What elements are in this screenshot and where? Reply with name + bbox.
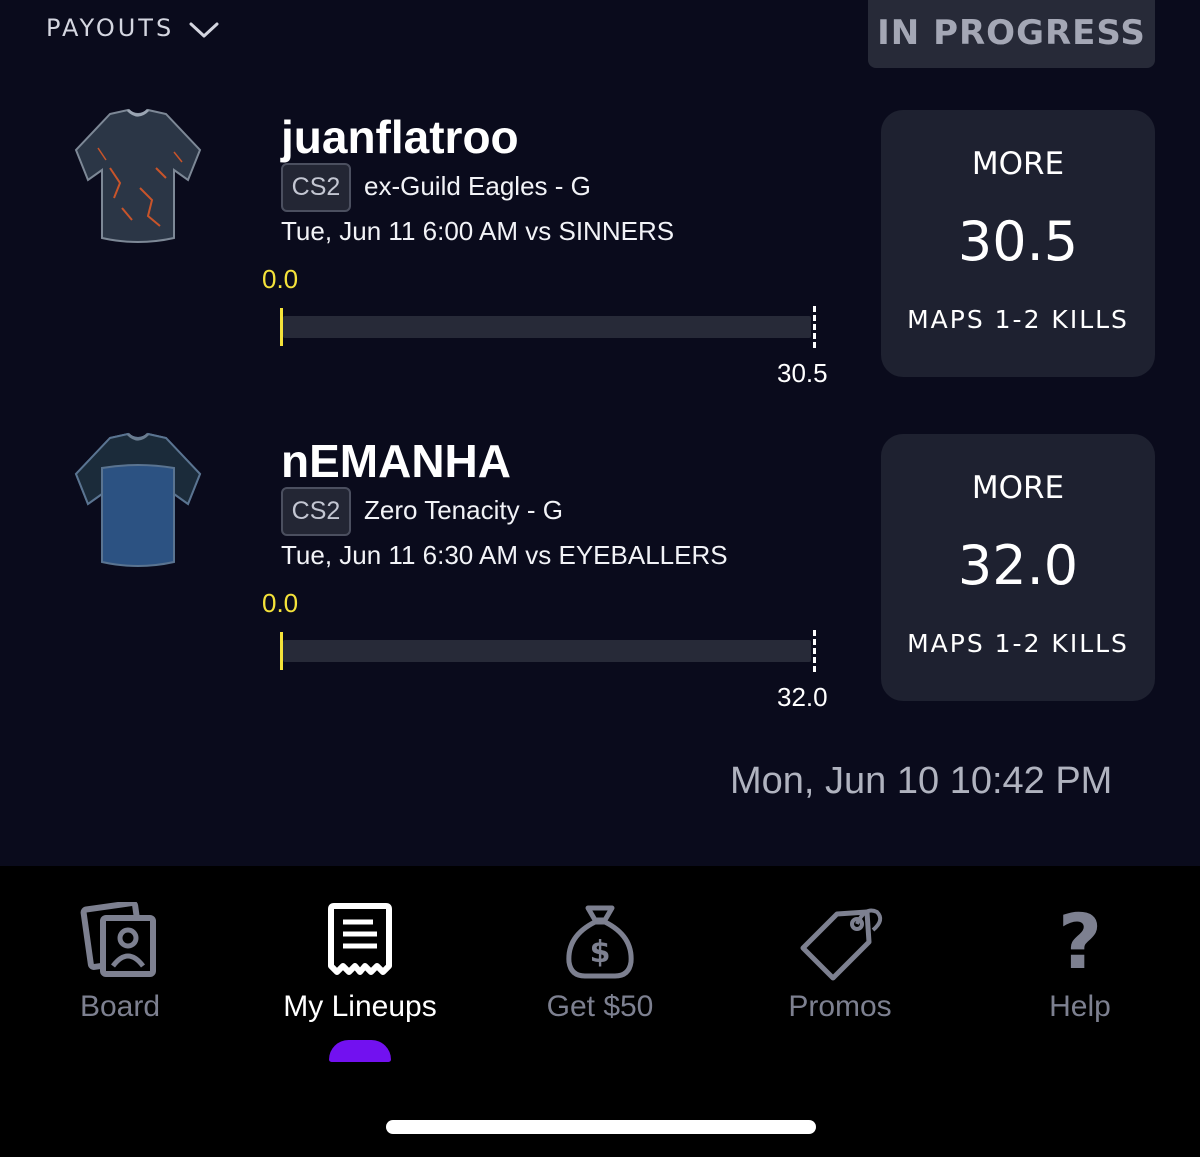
board-icon (80, 902, 156, 977)
line-marker (813, 306, 816, 348)
game-tag: CS2 (281, 487, 351, 536)
lineup-detail: PAYOUTS IN PROGRESS juanflatroo CS2 ex-G… (0, 0, 1200, 866)
line-marker (813, 630, 816, 672)
money-bag-icon: $ (566, 905, 634, 979)
home-indicator[interactable] (386, 1120, 816, 1134)
pick-row: nEMANHA CS2 Zero Tenacity - G Tue, Jun 1… (0, 432, 1200, 722)
projection-value: 30.5 (957, 210, 1079, 273)
svg-text:$: $ (590, 935, 611, 970)
payouts-toggle[interactable]: PAYOUTS (46, 14, 220, 42)
team-position: Zero Tenacity - G (364, 495, 563, 525)
game-tag: CS2 (281, 163, 351, 212)
progress-marker (280, 308, 283, 346)
tab-label: Promos (788, 990, 892, 1023)
lineups-icon (328, 903, 392, 975)
question-icon: ? (1058, 902, 1102, 982)
team-position: ex-Guild Eagles - G (364, 171, 591, 201)
tab-label: Board (79, 990, 161, 1023)
current-value: 0.0 (262, 588, 299, 618)
payouts-label: PAYOUTS (46, 14, 175, 42)
projection-card[interactable]: MORE 30.5 MAPS 1-2 KILLS (881, 110, 1155, 377)
tab-my-lineups[interactable]: My Lineups (240, 902, 480, 1062)
jersey-icon (74, 432, 202, 567)
tab-label: Help (1049, 990, 1111, 1023)
chevron-down-icon (189, 22, 219, 38)
tab-board[interactable]: Board (0, 902, 240, 1062)
lineup-date: Mon, Jun 10 10:42 PM (730, 760, 1113, 802)
jersey-icon (74, 108, 202, 243)
tab-get-50[interactable]: $ Get $50 (480, 902, 720, 1062)
progress-track (283, 640, 811, 662)
status-label: IN PROGRESS (877, 13, 1146, 53)
pick-row: juanflatroo CS2 ex-Guild Eagles - G Tue,… (0, 108, 1200, 398)
line-value: 32.0 (777, 682, 828, 712)
progress-marker (280, 632, 283, 670)
tag-icon (800, 908, 883, 981)
pick-direction: MORE (971, 146, 1065, 182)
active-tab-indicator (329, 1040, 391, 1062)
svg-text:?: ? (1058, 902, 1102, 982)
current-value: 0.0 (262, 264, 299, 294)
player-name: juanflatroo (281, 111, 519, 163)
projection-value: 32.0 (957, 534, 1079, 597)
player-name: nEMANHA (281, 435, 511, 487)
stat-type: MAPS 1-2 KILLS (907, 305, 1129, 334)
progress-track (283, 316, 811, 338)
pick-direction: MORE (971, 470, 1065, 506)
projection-card[interactable]: MORE 32.0 MAPS 1-2 KILLS (881, 434, 1155, 701)
matchup-info: Tue, Jun 11 6:00 AM vs SINNERS (281, 216, 675, 246)
tab-promos[interactable]: Promos (720, 902, 960, 1062)
line-value: 30.5 (777, 358, 828, 388)
tab-help[interactable]: ? Help (960, 902, 1200, 1062)
tab-label: Get $50 (546, 990, 654, 1023)
status-badge: IN PROGRESS (868, 0, 1155, 68)
tab-label: My Lineups (283, 990, 437, 1023)
bottom-tab-bar: Board My Lineups $ Get $50 Promos ? Help (0, 866, 1200, 1157)
stat-type: MAPS 1-2 KILLS (907, 629, 1129, 658)
matchup-info: Tue, Jun 11 6:30 AM vs EYEBALLERS (281, 540, 728, 570)
